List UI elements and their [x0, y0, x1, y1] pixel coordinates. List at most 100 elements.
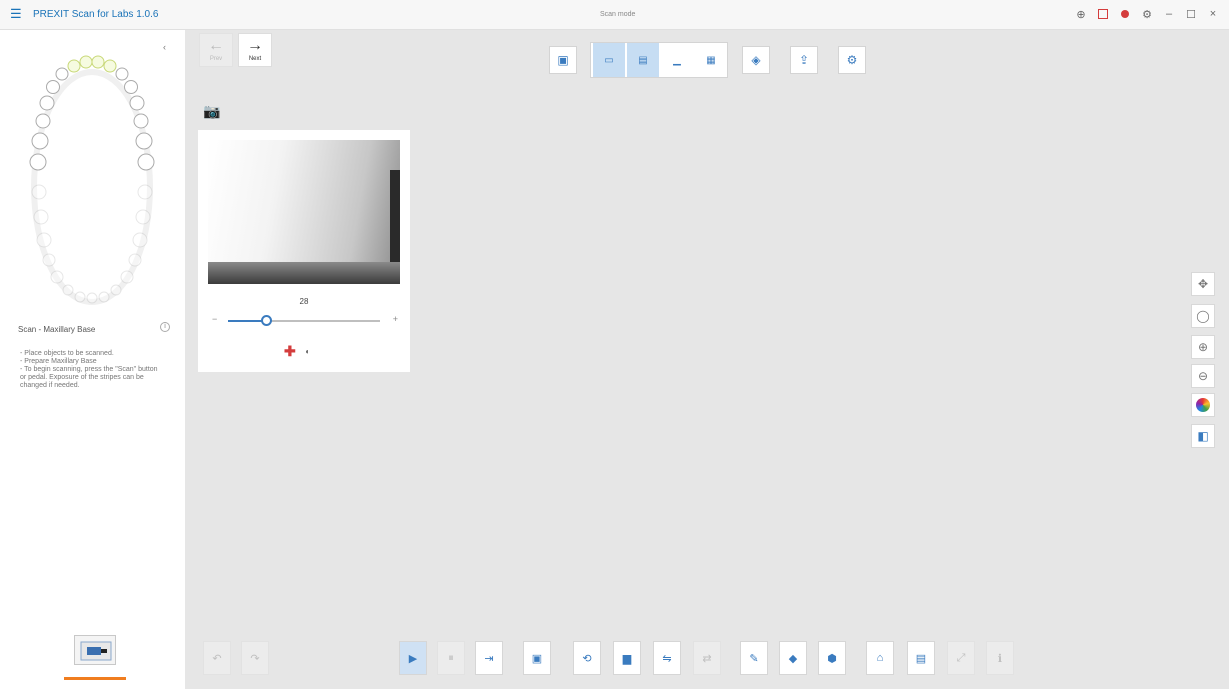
pause-button[interactable]: ⏸ [437, 641, 465, 675]
left-panel: ‹ Scan - Maxillary Base i - Place object… [0, 30, 185, 689]
scan-mode-stripe[interactable]: ▤ [627, 43, 659, 77]
zoom-in-icon: ⊕ [1197, 340, 1209, 354]
collapse-panel-icon[interactable]: ‹ [163, 42, 166, 52]
view-mode-icon: ◧ [1197, 429, 1209, 443]
info-icon[interactable]: i [160, 322, 170, 332]
document-scan-icon: ▣ [557, 53, 569, 67]
scan-mode-base[interactable]: ▁ [661, 43, 693, 77]
undo-icon: ↶ [212, 652, 222, 665]
scan-button[interactable]: ▶ [399, 641, 427, 675]
increase-exposure-button[interactable]: + [393, 314, 398, 324]
file-icon: ▤ [915, 652, 927, 665]
brush-icon: ✎ [749, 652, 759, 665]
preparation-button[interactable]: ⌂ [866, 641, 894, 675]
led-toggle-icon[interactable]: ◐ [302, 346, 314, 358]
fill-holes-button[interactable]: ▆ [613, 641, 641, 675]
help-icon[interactable]: ⊕ [1073, 6, 1089, 22]
scan-mode-selector[interactable]: ▭ ▤ ▁ ▦ [590, 42, 728, 78]
merge-icon: ⇄ [702, 652, 712, 665]
file-button[interactable]: ▤ [907, 641, 935, 675]
arrow-left-icon: ← [208, 36, 224, 54]
move-icon: ✥ [1197, 277, 1209, 291]
info-panel-button[interactable]: ℹ [986, 641, 1014, 675]
window-title: Scan mode [600, 11, 636, 18]
history-icon: ⟲ [582, 652, 592, 665]
app-title: PREXIT Scan for Labs 1.0.6 [33, 9, 159, 20]
maximize-icon[interactable]: ☐ [1183, 6, 1199, 22]
dental-arch-diagram [29, 55, 155, 305]
window-controls: ⊕ ⚙ – ☐ × [1073, 6, 1221, 22]
scanner-settings-button[interactable]: ⚙ [838, 46, 866, 74]
screen-capture-icon[interactable] [1095, 6, 1111, 22]
menu-icon[interactable]: ☰ [10, 7, 24, 20]
crosshair-icon[interactable]: ✚ [284, 343, 296, 360]
align-icon: ⇋ [662, 652, 672, 665]
pan-tool-button[interactable]: ✥ [1191, 272, 1215, 296]
tag-button[interactable]: ◈ [742, 46, 770, 74]
instruction-item: Prepare Maxillary Base [20, 358, 160, 366]
camera-live-image [208, 140, 400, 284]
merge-button[interactable]: ⇄ [693, 641, 721, 675]
thumbnail-image [74, 635, 116, 665]
play-scan-icon: ▶ [408, 652, 418, 665]
redo-icon: ↷ [250, 652, 260, 665]
scan-mode-single[interactable]: ▭ [593, 43, 625, 77]
slider-track[interactable] [228, 315, 380, 326]
tag-icon: ◈ [751, 53, 761, 67]
trim-button[interactable]: ⇥ [475, 641, 503, 675]
color-wheel-icon [1196, 398, 1210, 412]
add-scan-button[interactable]: ▣ [523, 641, 551, 675]
close-icon[interactable]: × [1205, 6, 1221, 22]
instruction-item: Place objects to be scanned. [20, 350, 160, 358]
scan-mode-multi[interactable]: ▦ [695, 43, 727, 77]
pause-icon: ⏸ [448, 651, 454, 664]
share-icon: ⤢ [956, 651, 966, 664]
margin-button[interactable]: ◆ [779, 641, 807, 675]
camera-preview-panel: 28 − + ✚ ◐ [198, 130, 410, 372]
multi-die-icon: ▦ [706, 54, 716, 66]
record-icon[interactable] [1117, 6, 1133, 22]
share-button[interactable]: ⤢ [947, 641, 975, 675]
gear-icon: ⚙ [846, 53, 858, 67]
info-icon: ℹ [997, 652, 1003, 665]
instruction-item: To begin scanning, press the "Scan" butt… [20, 366, 160, 390]
slider-handle[interactable] [261, 315, 272, 326]
zoom-out-button[interactable]: ⊖ [1191, 364, 1215, 388]
scan-object-icon: ▭ [604, 54, 614, 66]
instruction-list: Place objects to be scanned. Prepare Max… [20, 350, 160, 390]
exposure-slider[interactable]: − + [212, 314, 398, 326]
scan-step-title: Scan - Maxillary Base [18, 325, 96, 334]
scan-thumbnail[interactable] [64, 635, 128, 681]
export-button[interactable]: ⇪ [790, 46, 818, 74]
zoom-in-button[interactable]: ⊕ [1191, 335, 1215, 359]
preparation-icon: ⌂ [876, 652, 884, 664]
mark-icon: ⬢ [827, 652, 837, 665]
color-display-button[interactable] [1191, 393, 1215, 417]
brush-button[interactable]: ✎ [740, 641, 768, 675]
decrease-exposure-button[interactable]: − [212, 314, 217, 324]
title-bar: ☰ PREXIT Scan for Labs 1.0.6 Scan mode ⊕… [0, 0, 1229, 30]
rotate-tool-button[interactable]: ◯ [1191, 304, 1215, 328]
lower-teeth[interactable] [31, 184, 153, 304]
minimize-icon[interactable]: – [1161, 6, 1177, 22]
align-button[interactable]: ⇋ [653, 641, 681, 675]
add-scan-icon: ▣ [531, 652, 543, 665]
arrow-right-icon: → [247, 36, 263, 54]
new-scan-button[interactable]: ▣ [549, 46, 577, 74]
undo-button[interactable]: ↶ [203, 641, 231, 675]
redo-button[interactable]: ↷ [241, 641, 269, 675]
prev-button[interactable]: ← Prev [199, 33, 233, 67]
view-mode-button[interactable]: ◧ [1191, 424, 1215, 448]
camera-icon[interactable]: 📷 [203, 103, 220, 120]
next-button[interactable]: → Next [238, 33, 272, 67]
base-icon: ▁ [673, 54, 681, 66]
margin-icon: ◆ [788, 652, 798, 665]
fill-icon: ▆ [622, 652, 632, 665]
preview-tools: ✚ ◐ [284, 343, 314, 360]
thumbnail-progress-bar [64, 677, 126, 680]
mark-button[interactable]: ⬢ [818, 641, 846, 675]
settings-icon[interactable]: ⚙ [1139, 6, 1155, 22]
history-button[interactable]: ⟲ [573, 641, 601, 675]
trim-icon: ⇥ [484, 652, 494, 665]
zoom-out-icon: ⊖ [1197, 369, 1209, 383]
